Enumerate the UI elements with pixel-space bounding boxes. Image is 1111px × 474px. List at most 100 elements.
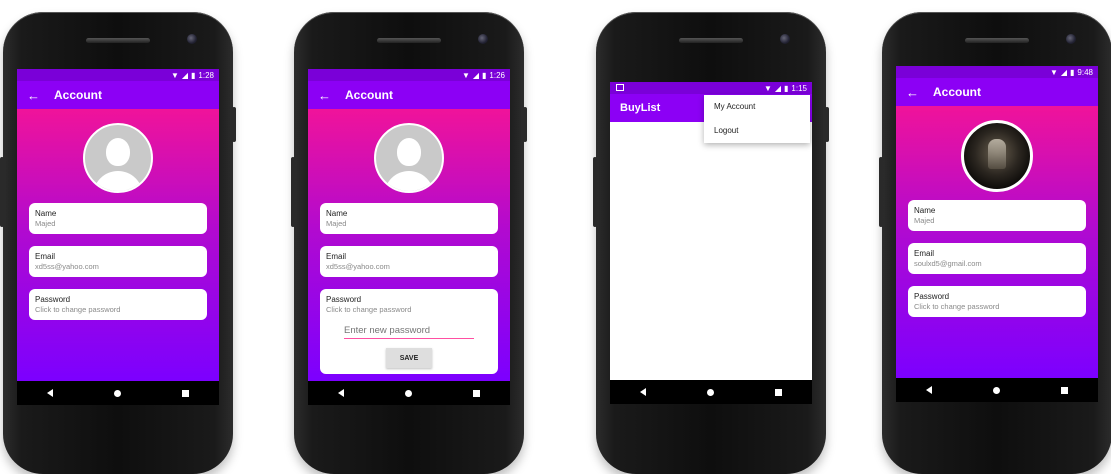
front-camera [780,34,790,44]
avatar[interactable] [83,123,153,193]
power-button [825,107,829,142]
volume-button [879,157,883,227]
navigation-bar [17,381,219,405]
phone-4: ▼ ◢ ▮ 9:48 ← Account Name Majed Email so… [879,12,1111,474]
email-value: soulxd5@gmail.com [914,259,982,268]
earpiece [679,38,743,43]
power-button [523,107,527,142]
app-bar: ← Account [17,81,219,109]
status-time: 1:15 [791,83,807,93]
signal-icon: ◢ [774,83,782,93]
navigation-bar [896,378,1098,402]
status-time: 1:28 [198,70,214,80]
screen: ▼ ◢ ▮ 9:48 ← Account Name Majed Email so… [896,66,1098,402]
volume-button [291,157,295,227]
signal-icon: ◢ [472,70,480,80]
back-nav-icon[interactable] [926,386,933,394]
new-password-input[interactable] [344,323,474,339]
recents-nav-icon[interactable] [181,389,189,397]
battery-icon: ▮ [1070,67,1075,77]
screen: ▼ ◢ ▮ 1:28 ← Account Name Majed Email xd… [17,69,219,405]
recents-nav-icon[interactable] [1060,386,1068,394]
name-label: Name [914,206,936,215]
phone-1: ▼ ◢ ▮ 1:28 ← Account Name Majed Email xd… [0,12,236,474]
recents-nav-icon[interactable] [774,388,782,396]
profile-photo[interactable] [961,120,1033,192]
account-content: Name Majed Email xd5ss@yahoo.com Passwor… [17,109,219,381]
status-bar: ▼ ◢ ▮ 1:15 [610,82,812,94]
app-bar: ← Account [308,81,510,109]
name-card[interactable]: Name Majed [29,203,207,234]
password-card[interactable]: Password Click to change password [29,289,207,320]
wifi-icon: ▼ [461,70,470,80]
volume-button [593,157,597,227]
navigation-bar [308,381,510,405]
password-label: Password [35,295,71,304]
email-value: xd5ss@yahoo.com [35,262,99,271]
account-content: Name Majed Email xd5ss@yahoo.com Passwor… [308,109,510,381]
page-title: Account [54,88,102,102]
password-hint: Click to change password [326,305,412,314]
email-value: xd5ss@yahoo.com [326,262,390,271]
status-bar: ▼ ◢ ▮ 1:26 [308,69,510,81]
password-label: Password [914,292,950,301]
home-nav-icon[interactable] [706,388,714,396]
home-nav-icon[interactable] [992,386,1000,394]
name-label: Name [35,209,57,218]
password-hint: Click to change password [35,305,121,314]
wifi-icon: ▼ [1049,67,1058,77]
home-nav-icon[interactable] [404,389,412,397]
password-label: Password [326,295,362,304]
menu-item-logout[interactable]: Logout [704,119,810,143]
name-card[interactable]: Name Majed [320,203,498,234]
phone-2: ▼ ◢ ▮ 1:26 ← Account Name Majed Email xd… [291,12,527,474]
battery-icon: ▮ [482,70,487,80]
app-title: BuyList [620,102,661,114]
name-label: Name [326,209,348,218]
avatar-body-icon [384,171,434,191]
screen: ▼ ◢ ▮ 1:26 ← Account Name Majed Email xd… [308,69,510,405]
recents-nav-icon[interactable] [472,389,480,397]
phone-3: ▼ ◢ ▮ 1:15 BuyList My Account Logout [593,12,829,474]
power-button [232,107,236,142]
screen: ▼ ◢ ▮ 1:15 BuyList My Account Logout [610,82,812,404]
battery-icon: ▮ [784,83,789,93]
menu-item-my-account[interactable]: My Account [704,95,810,119]
email-card[interactable]: Email xd5ss@yahoo.com [29,246,207,277]
avatar[interactable] [374,123,444,193]
overflow-menu: My Account Logout [704,95,810,143]
signal-icon: ◢ [181,70,189,80]
password-card[interactable]: Password Click to change password SAVE [320,289,498,374]
wifi-icon: ▼ [170,70,179,80]
back-nav-icon[interactable] [47,389,54,397]
home-nav-icon[interactable] [113,389,121,397]
front-camera [187,34,197,44]
page-title: Account [933,85,981,99]
earpiece [377,38,441,43]
password-card[interactable]: Password Click to change password [908,286,1086,317]
email-card[interactable]: Email soulxd5@gmail.com [908,243,1086,274]
app-bar: ← Account [896,78,1098,106]
status-time: 1:26 [489,70,505,80]
front-camera [1066,34,1076,44]
name-value: Majed [35,219,56,228]
page-title: Account [345,88,393,102]
back-arrow-icon[interactable]: ← [27,88,40,103]
email-label: Email [326,252,347,261]
avatar-head-icon [106,138,130,166]
avatar-head-icon [397,138,421,166]
back-arrow-icon[interactable]: ← [906,85,919,100]
name-card[interactable]: Name Majed [908,200,1086,231]
save-button[interactable]: SAVE [386,348,432,368]
account-content: Name Majed Email soulxd5@gmail.com Passw… [896,106,1098,378]
battery-icon: ▮ [191,70,196,80]
back-nav-icon[interactable] [338,389,345,397]
back-nav-icon[interactable] [640,388,647,396]
avatar-body-icon [93,171,143,191]
email-card[interactable]: Email xd5ss@yahoo.com [320,246,498,277]
email-label: Email [35,252,56,261]
back-arrow-icon[interactable]: ← [318,88,331,103]
name-value: Majed [914,216,935,225]
status-time: 9:48 [1077,67,1093,77]
volume-button [0,157,4,227]
